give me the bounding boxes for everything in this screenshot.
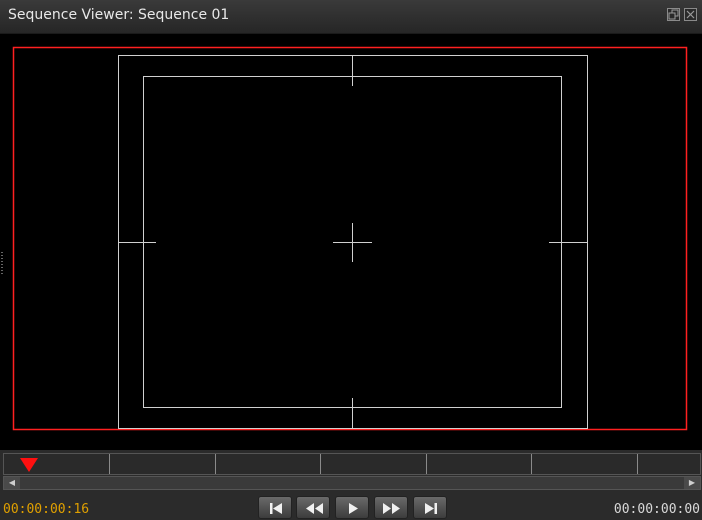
- resize-grip[interactable]: [1, 252, 3, 274]
- scroll-left-arrow-icon[interactable]: ◀: [4, 477, 20, 489]
- timeline-ruler[interactable]: [3, 453, 701, 475]
- sequence-viewer-canvas[interactable]: [0, 34, 702, 450]
- title-bar: Sequence Viewer: Sequence 01: [0, 0, 702, 34]
- fast-forward-button[interactable]: [374, 496, 408, 519]
- viewer-overlay: [12, 46, 688, 431]
- go-to-start-button[interactable]: [258, 496, 292, 519]
- ruler-tick: [531, 454, 532, 474]
- play-icon: [349, 503, 358, 514]
- close-icon[interactable]: [684, 8, 697, 21]
- rewind-icon: [306, 503, 323, 514]
- timeline-scrollbar[interactable]: ◀ ▶: [3, 476, 701, 490]
- ruler-tick: [320, 454, 321, 474]
- ruler-tick: [109, 454, 110, 474]
- window-title: Sequence Viewer: Sequence 01: [8, 7, 230, 23]
- scroll-right-arrow-icon[interactable]: ▶: [684, 477, 700, 489]
- current-timecode: 00:00:00:16: [3, 502, 90, 517]
- float-icon[interactable]: [667, 8, 680, 21]
- duration-timecode: 00:00:00:00: [613, 502, 700, 517]
- frame-border: [12, 46, 688, 431]
- ruler-tick: [215, 454, 216, 474]
- ruler-tick: [637, 454, 638, 474]
- rewind-button[interactable]: [296, 496, 330, 519]
- fast-forward-icon: [383, 503, 400, 514]
- ruler-tick: [426, 454, 427, 474]
- go-to-end-icon: [425, 503, 437, 514]
- playhead-marker[interactable]: [20, 458, 38, 472]
- play-button[interactable]: [335, 496, 369, 519]
- go-to-end-button[interactable]: [413, 496, 447, 519]
- center-crosshair: [333, 223, 372, 262]
- go-to-start-icon: [270, 503, 282, 514]
